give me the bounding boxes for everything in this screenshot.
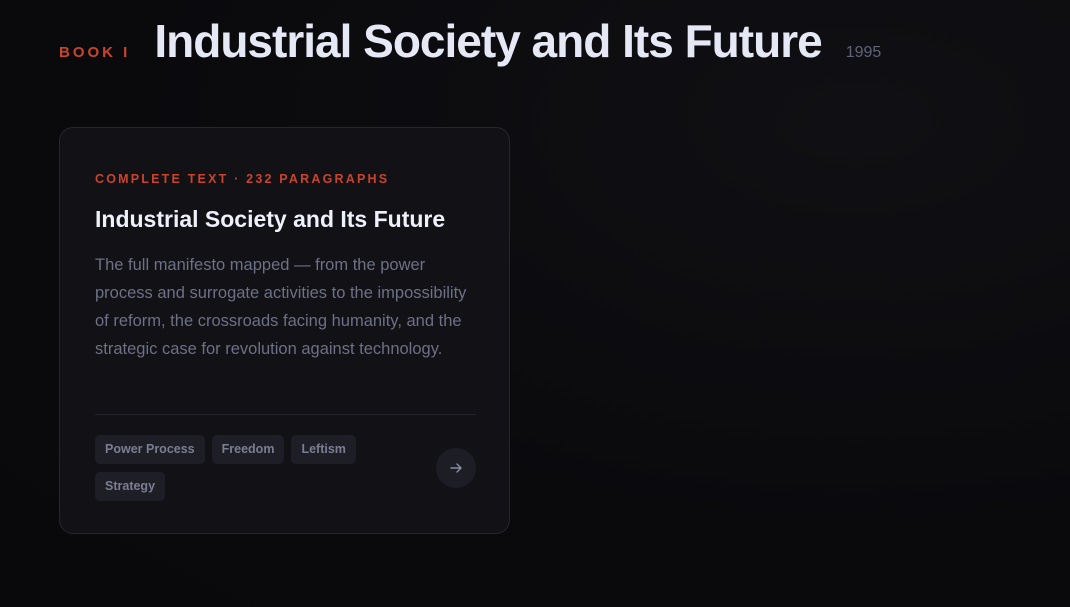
tag-power-process[interactable]: Power Process (95, 435, 205, 464)
book-label: BOOK I (59, 44, 131, 61)
card-title: Industrial Society and Its Future (95, 206, 446, 232)
card-kicker: COMPLETE TEXT · 232 PARAGRAPHS (95, 172, 390, 186)
book-card[interactable]: COMPLETE TEXT · 232 PARAGRAPHS Industria… (59, 127, 510, 534)
book-title: Industrial Society and Its Future (154, 15, 822, 67)
open-book-button[interactable] (436, 448, 476, 488)
page: BOOK I Industrial Society and Its Future… (0, 0, 1070, 607)
tag-freedom[interactable]: Freedom (211, 435, 285, 464)
book-year: 1995 (845, 44, 882, 61)
book-header: BOOK I Industrial Society and Its Future… (59, 14, 881, 68)
tag-leftism[interactable]: Leftism (291, 435, 356, 464)
arrow-right-icon (450, 463, 462, 473)
card-description: The full manifesto mapped — from the pow… (95, 256, 467, 358)
tag-list: Power Process Freedom Leftism Strategy (95, 435, 395, 501)
tag-strategy[interactable]: Strategy (95, 472, 166, 501)
card-divider (95, 414, 476, 415)
